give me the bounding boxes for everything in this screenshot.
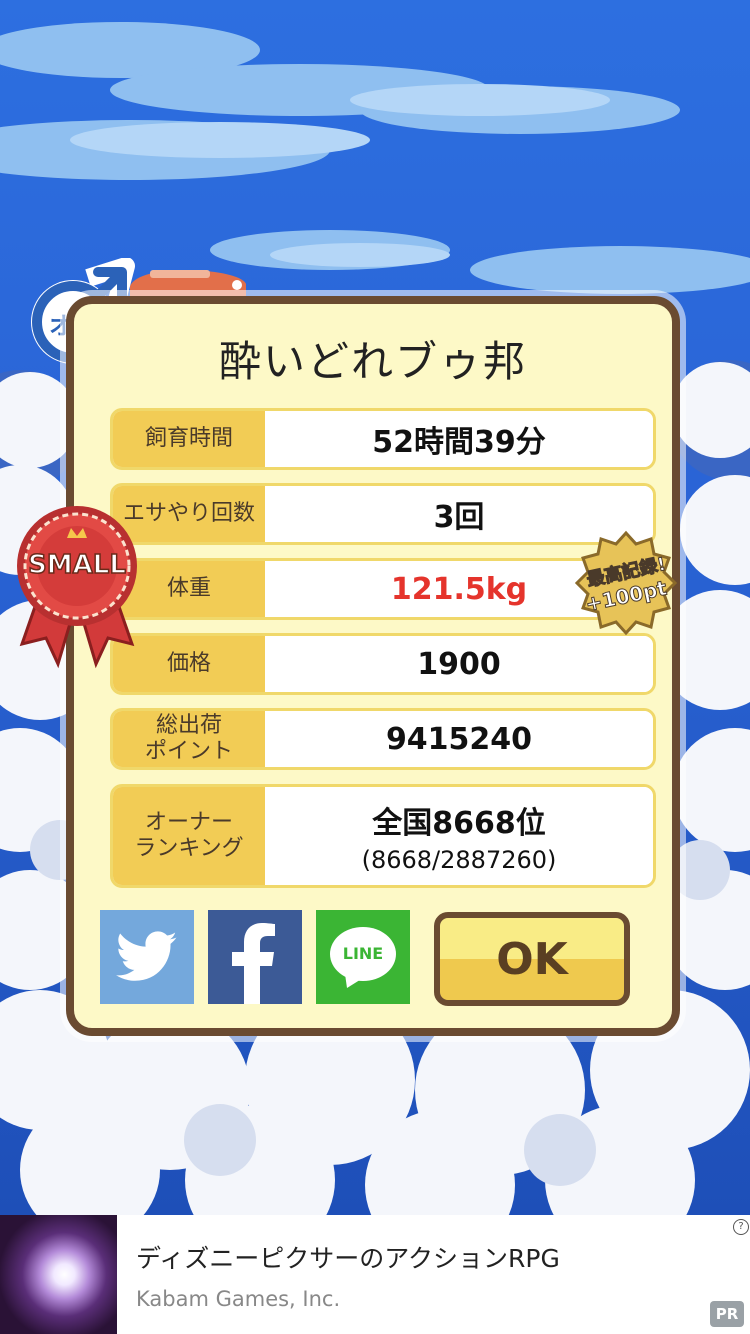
stat-row-shipping-points: 総出荷 ポイント 9415240 xyxy=(110,708,656,770)
facebook-icon xyxy=(232,923,275,1004)
line-label: LINE xyxy=(342,944,384,963)
stat-row-breeding-time: 飼育時間 52時間39分 xyxy=(110,408,656,470)
stat-value: 9415240 xyxy=(265,711,653,767)
pig-name: 酔いどれブゥ邦 xyxy=(218,337,527,386)
twitter-icon xyxy=(116,931,177,981)
stat-label: オーナー ランキング xyxy=(113,787,265,885)
size-ribbon: SMALL xyxy=(12,498,142,670)
stat-label: 総出荷 ポイント xyxy=(113,711,265,767)
ad-banner[interactable]: ディズニーピクサーのアクションRPG Kabam Games, Inc. ? xyxy=(0,1215,750,1334)
stat-value: 1900 xyxy=(265,636,653,692)
ad-title: ディズニーピクサーのアクションRPG xyxy=(136,1244,560,1273)
size-label: SMALL xyxy=(27,549,126,581)
ad-publisher: Kabam Games, Inc. xyxy=(136,1287,341,1311)
record-badge: 最高記録! +100pt xyxy=(574,530,678,636)
stat-row-owner-ranking: オーナー ランキング 全国8668位 (8668/2887260) xyxy=(110,784,656,888)
stat-value: 52時間39分 xyxy=(265,411,653,467)
twitter-share-button[interactable] xyxy=(100,910,194,1004)
line-share-button[interactable]: LINE xyxy=(316,910,410,1004)
result-dialog: 酔いどれブゥ邦 飼育時間 52時間39分 エサやり回数 3回 体重 121.5k… xyxy=(66,296,680,1036)
ranking-detail: (8668/2887260) xyxy=(361,846,557,874)
award-ribbon-icon xyxy=(17,506,137,669)
ad-image xyxy=(0,1215,117,1334)
stat-row-price: 価格 1900 xyxy=(110,633,656,695)
ad-pr-badge: PR xyxy=(710,1301,744,1327)
ad-info-icon[interactable]: ? xyxy=(733,1219,749,1235)
facebook-share-button[interactable] xyxy=(208,910,302,1004)
stat-value: 全国8668位 (8668/2887260) xyxy=(265,787,653,885)
stat-label: 飼育時間 xyxy=(113,411,265,467)
ok-button[interactable]: OK xyxy=(434,912,630,1006)
